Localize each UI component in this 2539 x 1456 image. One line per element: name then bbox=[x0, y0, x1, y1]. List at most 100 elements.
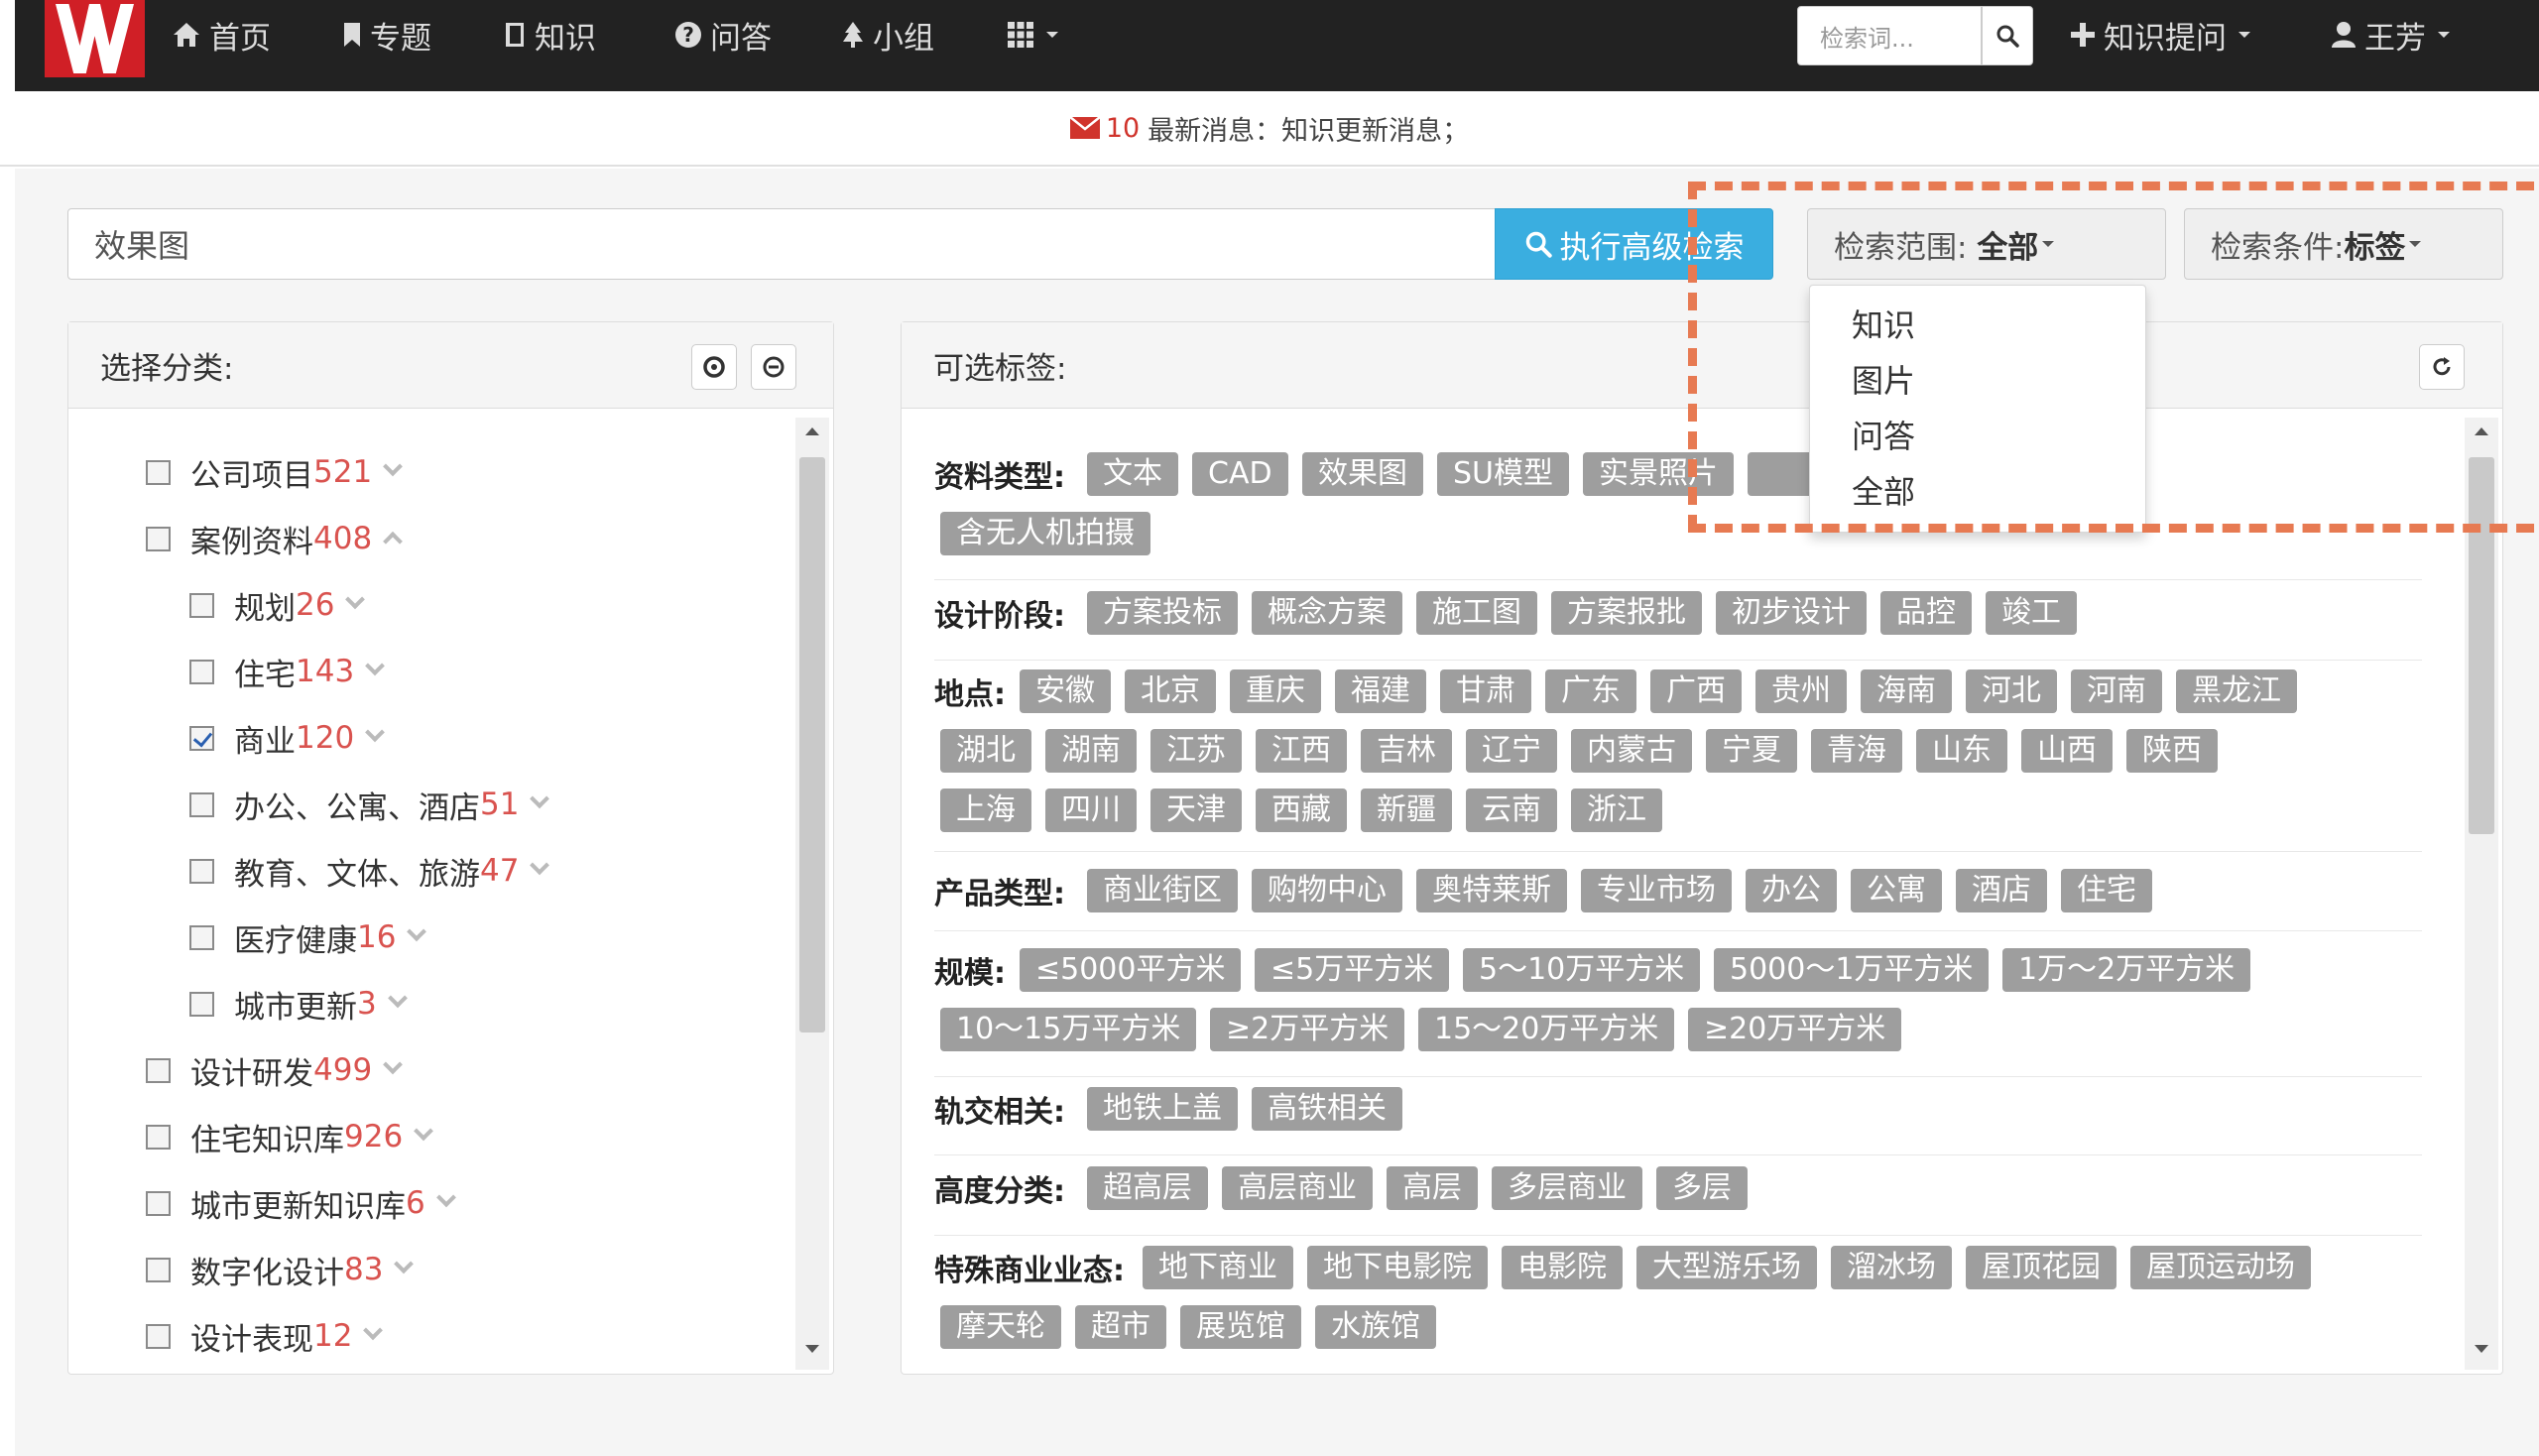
tag-chip[interactable]: 15～20万平方米 bbox=[1418, 1008, 1675, 1051]
advanced-search-button[interactable]: 执行高级检索 bbox=[1495, 208, 1773, 280]
tag-chip[interactable]: 溜冰场 bbox=[1831, 1246, 1952, 1289]
chevron-down-icon[interactable] bbox=[345, 589, 366, 610]
tag-chip[interactable]: 大型游乐场 bbox=[1636, 1246, 1817, 1289]
tag-chip[interactable]: 广东 bbox=[1545, 669, 1636, 713]
tag-chip[interactable]: 内蒙古 bbox=[1571, 729, 1692, 773]
tag-chip[interactable]: 多层 bbox=[1656, 1166, 1748, 1210]
tag-scrollbar[interactable] bbox=[2465, 418, 2498, 1370]
chevron-down-icon[interactable] bbox=[394, 1254, 415, 1274]
tag-chip[interactable]: 竣工 bbox=[1986, 591, 2077, 635]
tag-chip[interactable]: SU模型 bbox=[1437, 452, 1570, 496]
tag-chip[interactable]: 超高层 bbox=[1087, 1166, 1208, 1210]
tag-chip[interactable]: 屋顶运动场 bbox=[2130, 1246, 2311, 1289]
category-checkbox[interactable] bbox=[146, 1323, 171, 1349]
tag-chip[interactable]: 海南 bbox=[1861, 669, 1952, 713]
envelope-icon[interactable] bbox=[1069, 117, 1100, 139]
tag-chip[interactable]: 重庆 bbox=[1230, 669, 1321, 713]
category-checkbox[interactable] bbox=[146, 1190, 171, 1216]
category-checkbox[interactable] bbox=[189, 725, 214, 751]
tag-chip[interactable]: 购物中心 bbox=[1252, 869, 1402, 912]
tag-chip[interactable]: 办公 bbox=[1746, 869, 1837, 912]
tag-chip[interactable]: 地下电影院 bbox=[1307, 1246, 1488, 1289]
category-checkbox[interactable] bbox=[189, 592, 214, 618]
tag-chip[interactable]: 湖北 bbox=[940, 729, 1031, 773]
expand-all-button[interactable] bbox=[691, 344, 737, 390]
tag-chip[interactable]: 公寓 bbox=[1851, 869, 1942, 912]
tag-chip[interactable]: 浙江 bbox=[1571, 789, 1662, 832]
scope-dropdown[interactable]: 检索范围: 全部 bbox=[1807, 208, 2166, 280]
tag-chip[interactable]: 初步设计 bbox=[1716, 591, 1867, 635]
tag-chip[interactable]: 方案投标 bbox=[1087, 591, 1238, 635]
nav-user-menu[interactable]: 王芳 bbox=[2331, 0, 2450, 69]
tag-chip[interactable]: 住宅 bbox=[2061, 869, 2152, 912]
tag-chip[interactable]: 方案报批 bbox=[1551, 591, 1702, 635]
tag-chip[interactable]: 品控 bbox=[1880, 591, 1972, 635]
notice-text[interactable]: 最新消息：知识更新消息； bbox=[1148, 109, 1469, 148]
category-scrollbar[interactable] bbox=[795, 418, 829, 1370]
category-item[interactable]: 规划 26 bbox=[189, 585, 366, 627]
tag-chip[interactable]: 电影院 bbox=[1502, 1246, 1623, 1289]
chevron-down-icon[interactable] bbox=[530, 789, 550, 809]
tag-chip[interactable]: 地下商业 bbox=[1143, 1246, 1293, 1289]
category-item[interactable]: 医疗健康 16 bbox=[189, 917, 427, 959]
tag-chip[interactable]: 效果图 bbox=[1302, 452, 1423, 496]
tag-chip[interactable]: 吉林 bbox=[1361, 729, 1452, 773]
category-item[interactable]: 城市更新知识库 6 bbox=[146, 1183, 456, 1225]
tag-chip[interactable]: 多层商业 bbox=[1492, 1166, 1642, 1210]
tag-chip[interactable]: 高铁相关 bbox=[1252, 1087, 1402, 1131]
nav-groups[interactable]: 小组 bbox=[841, 0, 934, 69]
category-item[interactable]: 住宅 143 bbox=[189, 652, 386, 693]
query-input[interactable]: 效果图 bbox=[67, 208, 1496, 280]
tag-chip[interactable]: 实景照片 bbox=[1583, 452, 1734, 496]
chevron-down-icon[interactable] bbox=[365, 722, 386, 743]
tag-chip[interactable]: CAD bbox=[1192, 452, 1288, 496]
tag-chip[interactable]: 山西 bbox=[2021, 729, 2113, 773]
tag-chip[interactable]: 专业市场 bbox=[1581, 869, 1732, 912]
category-item[interactable]: 设计研发 499 bbox=[146, 1050, 404, 1092]
category-item[interactable]: 办公、公寓、酒店 51 bbox=[189, 785, 550, 826]
category-checkbox[interactable] bbox=[146, 1057, 171, 1083]
tag-chip[interactable]: 水族馆 bbox=[1315, 1305, 1436, 1349]
scroll-up-arrow[interactable] bbox=[2475, 427, 2488, 435]
logo[interactable] bbox=[45, 0, 145, 77]
chevron-down-icon[interactable] bbox=[435, 1187, 456, 1208]
chevron-up-icon[interactable] bbox=[383, 531, 404, 551]
tag-chip[interactable]: 河南 bbox=[2071, 669, 2162, 713]
tag-chip[interactable]: 5000～1万平方米 bbox=[1714, 948, 1990, 992]
chevron-down-icon[interactable] bbox=[414, 1121, 434, 1142]
tag-chip[interactable]: 5～10万平方米 bbox=[1463, 948, 1701, 992]
tag-chip[interactable]: 山东 bbox=[1916, 729, 2007, 773]
scope-option-all[interactable]: 全部 bbox=[1810, 464, 2145, 520]
tag-chip[interactable]: 含无人机拍摄 bbox=[940, 512, 1150, 555]
tag-chip[interactable]: 屋顶花园 bbox=[1966, 1246, 2116, 1289]
tag-chip[interactable]: 奥特莱斯 bbox=[1416, 869, 1567, 912]
tag-chip[interactable]: 江苏 bbox=[1150, 729, 1242, 773]
tag-chip[interactable]: 酒店 bbox=[1956, 869, 2047, 912]
tag-chip[interactable]: ≤5000平方米 bbox=[1020, 948, 1242, 992]
category-item[interactable]: 设计表现 12 bbox=[146, 1316, 384, 1358]
tag-chip[interactable]: 摩天轮 bbox=[940, 1305, 1061, 1349]
category-checkbox[interactable] bbox=[189, 791, 214, 817]
chevron-down-icon[interactable] bbox=[387, 988, 408, 1009]
scroll-thumb[interactable] bbox=[2469, 457, 2494, 834]
category-checkbox[interactable] bbox=[189, 924, 214, 950]
category-item[interactable]: 住宅知识库 926 bbox=[146, 1117, 434, 1158]
chevron-down-icon[interactable] bbox=[383, 1054, 404, 1075]
tag-chip[interactable]: 福建 bbox=[1335, 669, 1426, 713]
tag-chip[interactable]: 商业街区 bbox=[1087, 869, 1238, 912]
scroll-up-arrow[interactable] bbox=[805, 427, 819, 435]
tag-chip[interactable]: 高层 bbox=[1387, 1166, 1478, 1210]
nav-search-button[interactable] bbox=[1982, 6, 2033, 65]
scope-option-images[interactable]: 图片 bbox=[1810, 353, 2145, 409]
tag-chip[interactable]: 湖南 bbox=[1045, 729, 1137, 773]
tag-chip[interactable]: 辽宁 bbox=[1466, 729, 1557, 773]
notice-count[interactable]: 10 bbox=[1106, 113, 1140, 144]
tag-chip[interactable]: 广西 bbox=[1650, 669, 1742, 713]
category-checkbox[interactable] bbox=[146, 459, 171, 485]
tag-chip[interactable]: 青海 bbox=[1811, 729, 1902, 773]
tag-chip[interactable]: 天津 bbox=[1150, 789, 1242, 832]
nav-qa[interactable]: ? 问答 bbox=[674, 0, 772, 69]
chevron-down-icon[interactable] bbox=[365, 656, 386, 676]
category-checkbox[interactable] bbox=[189, 991, 214, 1017]
category-checkbox[interactable] bbox=[146, 526, 171, 551]
